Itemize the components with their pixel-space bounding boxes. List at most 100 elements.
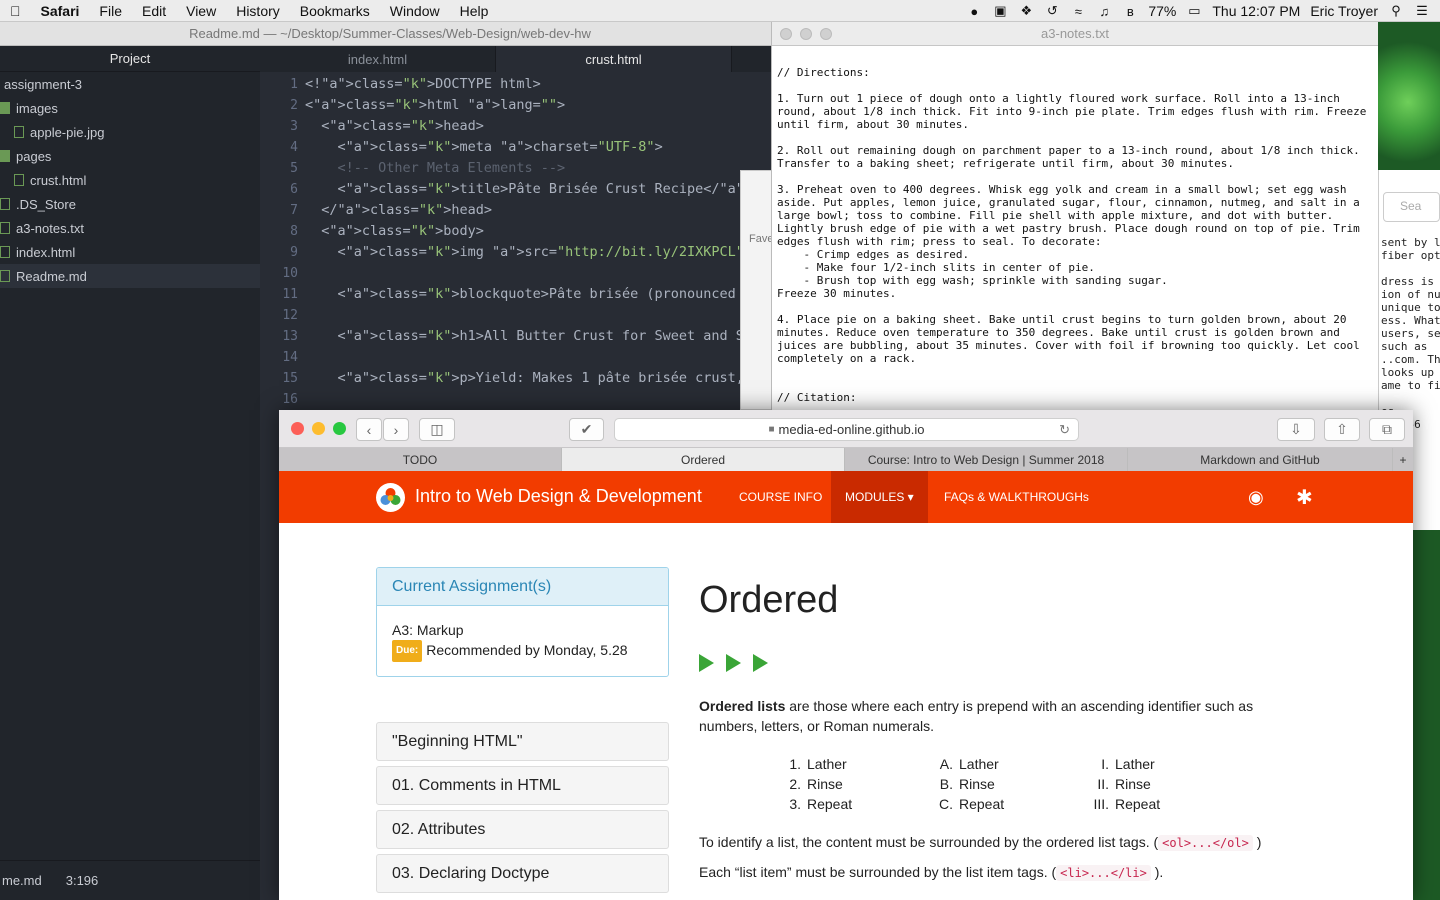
module-link-doctype[interactable]: 03. Declaring Doctype xyxy=(376,854,669,893)
user-name[interactable]: Eric Troyer xyxy=(1310,3,1378,19)
assignment-name[interactable]: A3: Markup xyxy=(392,620,653,640)
line-number: 7 xyxy=(290,203,298,218)
textedit-title-bar[interactable]: a3-notes.txt xyxy=(772,22,1378,46)
battery-icon[interactable]: ▭ xyxy=(1186,3,1202,18)
intro-bold: Ordered lists xyxy=(699,698,786,714)
app-menu[interactable]: Safari xyxy=(31,3,90,19)
extension-check-icon[interactable]: ✔ xyxy=(569,418,604,441)
dropbox-icon[interactable]: ❖ xyxy=(1018,3,1034,18)
li-end: ). xyxy=(1150,864,1164,880)
tree-item-readme[interactable]: Readme.md xyxy=(0,264,260,288)
code-line[interactable] xyxy=(305,305,780,326)
volume-icon[interactable]: ♫ xyxy=(1096,4,1112,19)
site-brand[interactable]: Intro to Web Design & Development xyxy=(415,486,702,507)
apple-menu-icon[interactable]:  xyxy=(0,3,31,19)
close-button[interactable] xyxy=(291,422,304,435)
tree-item-a3-notes[interactable]: a3-notes.txt xyxy=(0,216,260,240)
new-tab-button[interactable]: + xyxy=(1393,448,1413,471)
line-number: 14 xyxy=(282,350,298,365)
module-link-attributes[interactable]: 02. Attributes xyxy=(376,810,669,849)
code-line[interactable]: <!-- Other Meta Elements --> xyxy=(305,158,780,179)
finder-search-field[interactable]: Sea xyxy=(1383,192,1440,222)
code-line[interactable]: </"a">class="k">head> xyxy=(305,200,780,221)
reload-icon[interactable]: ↻ xyxy=(1059,422,1070,438)
list-example-roman: I. Lather II. Rinse III. Repeat xyxy=(1089,754,1160,814)
tree-item-crust[interactable]: crust.html xyxy=(0,168,260,192)
menu-bar:  Safari File Edit View History Bookmark… xyxy=(0,0,1440,22)
bluetooth-icon[interactable]: в xyxy=(1122,4,1138,19)
code-line[interactable]: <"a">class="k">p>Yield: Makes 1 pâte bri… xyxy=(305,368,781,389)
zoom-button[interactable] xyxy=(333,422,346,435)
editor-title-bar[interactable]: Readme.md — ~/Desktop/Summer-Classes/Web… xyxy=(0,22,780,46)
minimize-button[interactable] xyxy=(800,28,812,40)
menu-edit[interactable]: Edit xyxy=(132,3,176,19)
notification-center-icon[interactable]: ☰ xyxy=(1414,3,1430,18)
creative-cloud-icon[interactable]: ● xyxy=(966,4,982,19)
sidebar-button[interactable]: ◫ xyxy=(419,418,455,441)
menu-file[interactable]: File xyxy=(89,3,132,19)
forward-button[interactable]: › xyxy=(383,418,409,441)
evernote-icon[interactable]: ▣ xyxy=(992,3,1008,18)
list-item: 3. Repeat xyxy=(789,796,853,812)
close-button[interactable] xyxy=(780,28,792,40)
code-line[interactable]: <"a">class="k">head> xyxy=(305,116,780,137)
nav-course-info[interactable]: COURSE INFO xyxy=(725,471,836,523)
tree-item-pages[interactable]: pages xyxy=(0,144,260,168)
menu-window[interactable]: Window xyxy=(380,3,450,19)
code-area[interactable]: <!"a">class="k">DOCTYPE html> <"a">class=… xyxy=(305,74,780,434)
tab-crust-html[interactable]: crust.html xyxy=(496,46,732,72)
code-line[interactable] xyxy=(305,347,780,368)
status-cursor-position[interactable]: 3:196 xyxy=(66,873,99,888)
code-line[interactable]: <"a">class="k">img "a">src="http://bit.l… xyxy=(305,242,780,263)
notes-document-text[interactable]: // Directions: 1. Turn out 1 piece of do… xyxy=(772,46,1378,404)
spotlight-icon[interactable]: ⚲ xyxy=(1388,3,1404,18)
menu-view[interactable]: View xyxy=(176,3,226,19)
module-link-beginning-html[interactable]: "Beginning HTML" xyxy=(376,722,669,761)
code-line[interactable]: <"a">class="k">body> xyxy=(305,221,780,242)
address-bar[interactable]: ■ media-ed-online.github.io ↻ xyxy=(614,418,1079,441)
menu-history[interactable]: History xyxy=(226,3,290,19)
folder-icon xyxy=(0,102,10,114)
code-line[interactable] xyxy=(305,389,780,410)
window-controls xyxy=(291,422,346,435)
nav-faqs[interactable]: FAQs & WALKTHROUGHs xyxy=(930,471,1103,523)
site-logo-icon[interactable] xyxy=(376,483,405,512)
code-line[interactable]: <"a">class="k">h1>All Butter Crust for S… xyxy=(305,326,781,347)
code-line[interactable]: <"a">class="k">title>Pâte Brisée Crust R… xyxy=(305,179,781,200)
back-button[interactable]: ‹ xyxy=(356,418,382,441)
clock[interactable]: Thu 12:07 PM xyxy=(1212,3,1300,19)
zoom-button[interactable] xyxy=(820,28,832,40)
code-line[interactable]: <!"a">class="k">DOCTYPE html> xyxy=(305,74,780,95)
module-link-comments[interactable]: 01. Comments in HTML xyxy=(376,766,669,805)
code-line[interactable] xyxy=(305,263,780,284)
tree-item-ds-store[interactable]: .DS_Store xyxy=(0,192,260,216)
minimize-button[interactable] xyxy=(312,422,325,435)
line-number: 16 xyxy=(282,392,298,407)
code-line[interactable]: <"a">class="k">html "a">lang=""> xyxy=(305,95,780,116)
tree-item-assignment-3[interactable]: assignment-3 xyxy=(0,72,260,96)
battery-percent[interactable]: 77% xyxy=(1148,3,1176,19)
code-line[interactable]: <"a">class="k">meta "a">charset="UTF-8"> xyxy=(305,137,780,158)
status-file[interactable]: me.md xyxy=(2,873,42,888)
tab-ordered[interactable]: Ordered xyxy=(562,448,845,471)
tree-item-index[interactable]: index.html xyxy=(0,240,260,264)
puzzle-icon[interactable]: ✱ xyxy=(1282,471,1327,523)
github-icon[interactable]: ◉ xyxy=(1234,471,1278,523)
tab-course[interactable]: Course: Intro to Web Design | Summer 201… xyxy=(845,448,1128,471)
code-line[interactable]: <"a">class="k">blockquote>Pâte brisée (p… xyxy=(305,284,780,305)
downloads-button[interactable]: ⇩ xyxy=(1277,418,1315,441)
share-button[interactable]: ⇧ xyxy=(1324,418,1360,441)
tree-item-apple-pie[interactable]: apple-pie.jpg xyxy=(0,120,260,144)
tab-markdown[interactable]: Markdown and GitHub xyxy=(1128,448,1393,471)
menu-bookmarks[interactable]: Bookmarks xyxy=(290,3,380,19)
nav-modules[interactable]: MODULES ▾ xyxy=(831,471,928,523)
time-machine-icon[interactable]: ↺ xyxy=(1044,3,1060,18)
tabs-overview-button[interactable]: ⧉ xyxy=(1369,418,1405,441)
file-icon xyxy=(0,198,10,210)
tree-item-images[interactable]: images xyxy=(0,96,260,120)
tab-todo[interactable]: TODO xyxy=(279,448,562,471)
tab-index-html[interactable]: index.html xyxy=(260,46,496,72)
menu-help[interactable]: Help xyxy=(450,3,499,19)
list-item: C. Repeat xyxy=(939,796,1005,812)
wifi-icon[interactable]: ≈ xyxy=(1070,4,1086,19)
